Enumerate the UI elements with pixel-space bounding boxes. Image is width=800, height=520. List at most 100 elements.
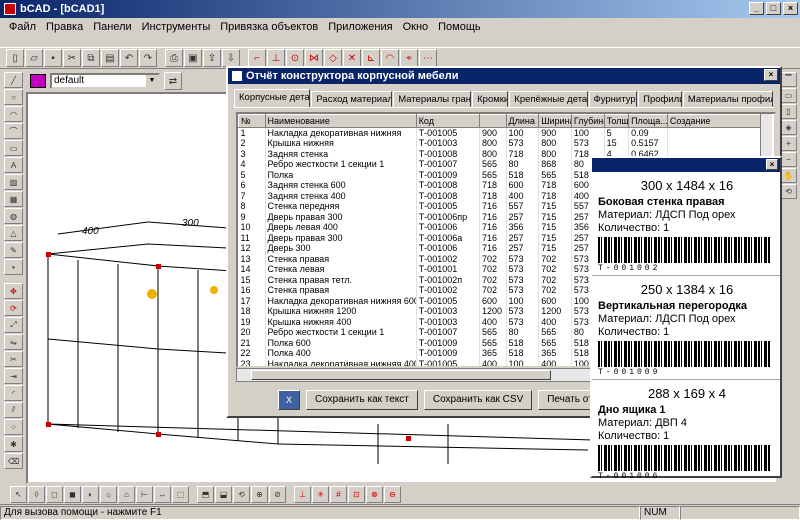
snap-perp-icon[interactable]: ⊾ bbox=[362, 49, 380, 67]
tab-fasteners[interactable]: Крепёжные детали bbox=[509, 91, 588, 107]
col-thickness[interactable]: Толщина bbox=[603, 114, 630, 128]
rectangle-icon[interactable]: ▭ bbox=[4, 140, 23, 156]
track-icon[interactable]: ⊗ bbox=[366, 485, 383, 503]
boolean-icon[interactable]: ⊕ bbox=[251, 485, 268, 503]
table-row[interactable]: 1 Накладка декоративная нижняя Т-001005 900… bbox=[238, 127, 767, 138]
zoom-out-icon[interactable]: − bbox=[780, 152, 797, 167]
polar-icon[interactable]: ✳ bbox=[312, 485, 329, 503]
polyline-icon[interactable]: ⌒ bbox=[4, 123, 23, 139]
maximize-button[interactable]: □ bbox=[766, 2, 781, 15]
hscroll-thumb[interactable] bbox=[251, 370, 551, 380]
menu-help[interactable]: Помощь bbox=[433, 21, 486, 33]
col-sort[interactable] bbox=[479, 114, 507, 128]
zoom-in-icon[interactable]: + bbox=[780, 136, 797, 151]
menu-tools[interactable]: Инструменты bbox=[137, 21, 216, 33]
layer-dropdown[interactable]: default bbox=[50, 73, 160, 89]
print-icon[interactable]: ⎙ bbox=[165, 49, 183, 67]
snap-end-icon[interactable]: ⌐ bbox=[248, 49, 266, 67]
preview-icon[interactable]: ▣ bbox=[184, 49, 202, 67]
arc-icon[interactable]: ◠ bbox=[4, 106, 23, 122]
table-row[interactable]: 2 Крышка нижняя Т-001003 800 573 800 573 15 0.51… bbox=[238, 138, 767, 149]
col-depth[interactable]: Глубина bbox=[570, 114, 605, 128]
mirror-icon[interactable]: ⇋ bbox=[4, 334, 23, 350]
excel-icon[interactable]: X bbox=[278, 390, 300, 410]
trim-icon[interactable]: ✂ bbox=[4, 351, 23, 367]
osnap-icon[interactable]: ⊡ bbox=[348, 485, 365, 503]
layer-color-swatch[interactable] bbox=[30, 74, 46, 88]
close-button[interactable]: × bbox=[783, 2, 798, 15]
cut-icon[interactable]: ✂ bbox=[63, 49, 81, 67]
rotate-icon[interactable]: ⟳ bbox=[4, 300, 23, 316]
save-text-button[interactable]: Сохранить как текст bbox=[306, 390, 418, 410]
col-area[interactable]: Площа... bbox=[628, 114, 668, 128]
menu-window[interactable]: Окно bbox=[398, 21, 434, 33]
explode-icon[interactable]: ✱ bbox=[4, 436, 23, 452]
menu-edit[interactable]: Правка bbox=[41, 21, 88, 33]
menu-panels[interactable]: Панели bbox=[88, 21, 136, 33]
node-edit-icon[interactable]: ◊ bbox=[28, 485, 45, 503]
open-file-icon[interactable]: ▱ bbox=[25, 49, 43, 67]
select-icon[interactable]: ↖ bbox=[10, 485, 27, 503]
layer-settings-icon[interactable]: ⇄ bbox=[164, 72, 182, 90]
offset-icon[interactable]: ⫽ bbox=[4, 402, 23, 418]
extend-icon[interactable]: ⇥ bbox=[4, 368, 23, 384]
box3d-icon[interactable]: ⬒ bbox=[197, 485, 214, 503]
revolve-icon[interactable]: ⟲ bbox=[233, 485, 250, 503]
paste-icon[interactable]: ▤ bbox=[101, 49, 119, 67]
col-code[interactable]: Код bbox=[415, 114, 481, 128]
export-icon[interactable]: ⇪ bbox=[203, 49, 221, 67]
pen-icon[interactable]: ✎ bbox=[4, 242, 23, 258]
hatch-icon[interactable]: ▨ bbox=[4, 174, 23, 190]
minimize-button[interactable]: _ bbox=[749, 2, 764, 15]
measure-icon[interactable]: ⊢ bbox=[136, 485, 153, 503]
view-top-icon[interactable]: ▔ bbox=[780, 72, 797, 87]
snap-int-icon[interactable]: ✕ bbox=[343, 49, 361, 67]
circle-icon[interactable]: ○ bbox=[4, 89, 23, 105]
copy-icon[interactable]: ⧉ bbox=[82, 49, 100, 67]
sphere-icon[interactable]: ◍ bbox=[4, 208, 23, 224]
import-icon[interactable]: ⇩ bbox=[222, 49, 240, 67]
redo-icon[interactable]: ↷ bbox=[139, 49, 157, 67]
undo-icon[interactable]: ↶ bbox=[120, 49, 138, 67]
grid-snap-icon[interactable]: # bbox=[330, 485, 347, 503]
section-icon[interactable]: ⊘ bbox=[269, 485, 286, 503]
save-csv-button[interactable]: Сохранить как CSV bbox=[423, 390, 533, 410]
array-icon[interactable]: ⁘ bbox=[4, 419, 23, 435]
shade-icon[interactable]: ◼ bbox=[64, 485, 81, 503]
regen-icon[interactable]: ⟲ bbox=[780, 184, 797, 199]
view-front-icon[interactable]: ▭ bbox=[780, 88, 797, 103]
snap-mid-icon[interactable]: ⊥ bbox=[267, 49, 285, 67]
menu-snap[interactable]: Привязка объектов bbox=[215, 21, 323, 33]
snap-node-icon[interactable]: ⋈ bbox=[305, 49, 323, 67]
tab-edge-materials[interactable]: Материалы граней bbox=[393, 91, 472, 107]
stop-icon[interactable]: ⊖ bbox=[384, 485, 401, 503]
view-iso-icon[interactable]: ◈ bbox=[780, 120, 797, 135]
snap-center-icon[interactable]: ⊙ bbox=[286, 49, 304, 67]
erase-icon[interactable]: ⌫ bbox=[4, 453, 23, 469]
menu-file[interactable]: Файл bbox=[4, 21, 41, 33]
report-close-button[interactable]: × bbox=[764, 69, 778, 81]
move-icon[interactable]: ✥ bbox=[4, 283, 23, 299]
ortho-icon[interactable]: ⊥ bbox=[294, 485, 311, 503]
col-width[interactable]: Ширина bbox=[538, 114, 572, 128]
wireframe-icon[interactable]: ◻ bbox=[46, 485, 63, 503]
tab-panels[interactable]: Корпусные детали bbox=[234, 89, 311, 107]
pan-icon[interactable]: ✋ bbox=[780, 168, 797, 183]
dim-icon[interactable]: ↔ bbox=[154, 485, 171, 503]
tab-edges[interactable]: Кромки bbox=[472, 91, 509, 107]
tab-hardware[interactable]: Фурнитура bbox=[588, 91, 638, 107]
view-side-icon[interactable]: ▯ bbox=[780, 104, 797, 119]
box-icon[interactable]: ▦ bbox=[4, 191, 23, 207]
render-icon[interactable]: ◐ bbox=[82, 485, 99, 503]
labels-close-button[interactable]: × bbox=[766, 159, 778, 170]
camera-icon[interactable]: ⌂ bbox=[118, 485, 135, 503]
col-created[interactable]: Создание bbox=[666, 114, 767, 128]
tab-profile-materials[interactable]: Материалы профилей bbox=[682, 91, 774, 107]
snap-quad-icon[interactable]: ◇ bbox=[324, 49, 342, 67]
new-file-icon[interactable]: ▯ bbox=[6, 49, 24, 67]
menu-apps[interactable]: Приложения bbox=[323, 21, 397, 33]
light-icon[interactable]: ☼ bbox=[100, 485, 117, 503]
col-num[interactable]: № bbox=[238, 114, 266, 128]
point-icon[interactable]: • bbox=[4, 259, 23, 275]
save-icon[interactable]: ▪ bbox=[44, 49, 62, 67]
